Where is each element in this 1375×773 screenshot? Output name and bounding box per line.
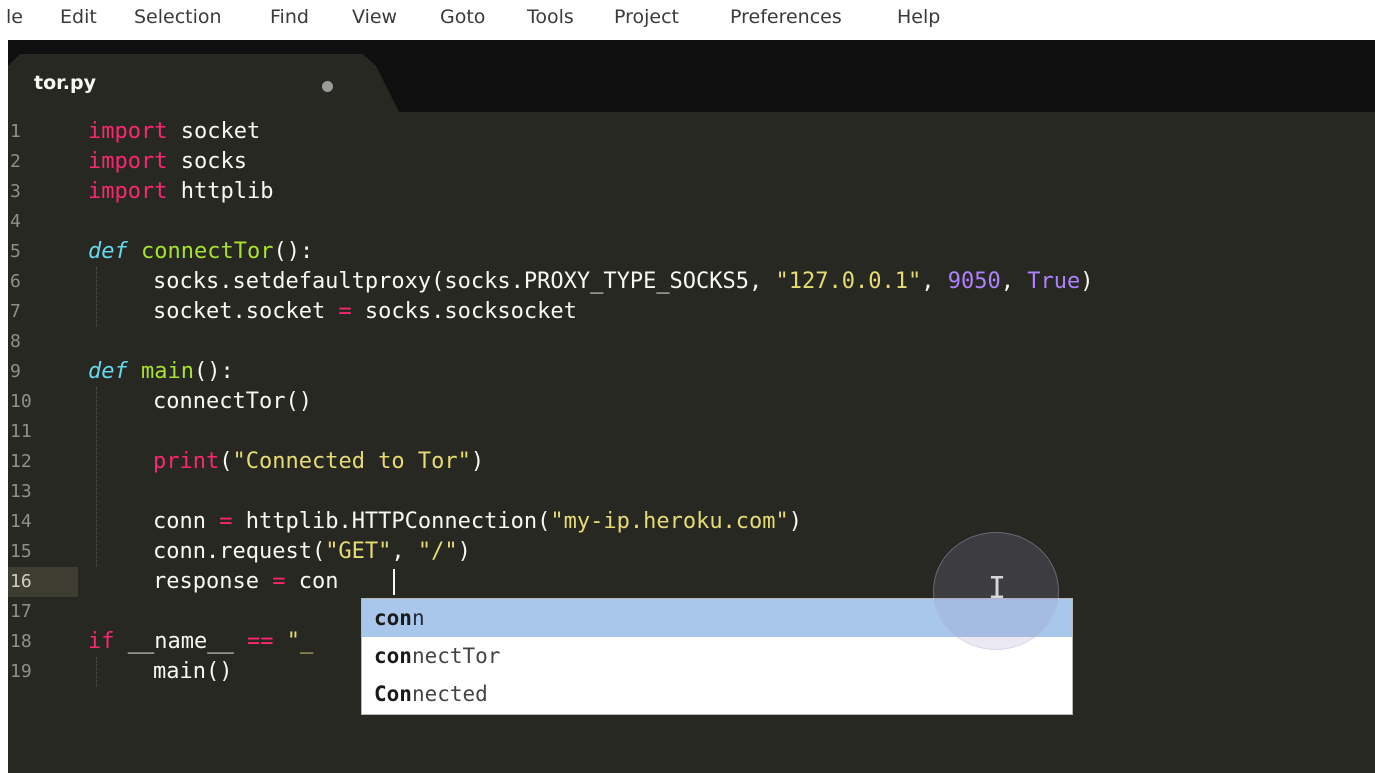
code-line-6: socks.setdefaultproxy(socks.PROXY_TYPE_S… [153,269,1094,294]
indent-guide [96,267,97,327]
line-number: 11 [10,421,32,442]
code-line-5: def connectTor(): [88,239,314,264]
line-number: 10 [10,391,32,412]
code-line-7: socket.socket = socks.socksocket [153,299,577,324]
menu-edit[interactable]: Edit [60,6,97,28]
unsaved-dot-icon[interactable] [322,81,333,92]
tab-title: tor.py [34,72,97,94]
line-number: 17 [10,601,32,622]
menu-project[interactable]: Project [614,6,679,28]
line-number: 2 [10,151,21,172]
line-number: 12 [10,451,32,472]
code-line-12: print("Connected to Tor") [153,449,485,474]
code-line-16: response = con [153,569,339,594]
code-line-15: conn.request("GET", "/") [153,539,471,564]
line-number-active: 16 [8,567,78,597]
line-number: 5 [10,241,21,262]
menu-selection[interactable]: Selection [134,6,222,28]
line-number: 4 [10,211,21,232]
menu-help[interactable]: Help [897,6,940,28]
indent-guide [96,657,97,687]
indent-guide [96,387,97,567]
menu-tools[interactable]: Tools [527,6,574,28]
code-line-14: conn = httplib.HTTPConnection("my-ip.her… [153,509,803,534]
line-number: 19 [10,661,32,682]
line-number: 1 [10,121,21,142]
line-number: 3 [10,181,21,202]
line-number: 15 [10,541,32,562]
code-line-9: def main(): [88,359,234,384]
menu-bar: le Edit Selection Find View Goto Tools P… [0,0,1375,40]
code-line-1: import socket [88,119,261,144]
line-number: 8 [10,331,21,352]
tab-strip: tor.py [8,40,1375,114]
menu-preferences[interactable]: Preferences [730,6,842,28]
line-number: 6 [10,271,21,292]
line-number: 14 [10,511,32,532]
menu-view[interactable]: View [352,6,397,28]
menu-file[interactable]: le [6,6,23,28]
autocomplete-item[interactable]: Connected [362,675,1072,713]
code-line-10: connectTor() [153,389,312,414]
line-number: 18 [10,631,32,652]
ibeam-cursor-icon: I [988,571,1007,606]
text-caret [393,569,395,595]
code-line-19: main() [153,659,233,684]
line-number: 9 [10,361,21,382]
tab-tor-py[interactable]: tor.py [8,54,400,114]
menu-find[interactable]: Find [270,6,309,28]
code-line-18: if __name__ == "_ [88,629,314,654]
code-line-2: import socks [88,149,247,174]
menu-goto[interactable]: Goto [440,6,485,28]
code-line-3: import httplib [88,179,274,204]
line-number: 7 [10,301,21,322]
line-number: 13 [10,481,32,502]
